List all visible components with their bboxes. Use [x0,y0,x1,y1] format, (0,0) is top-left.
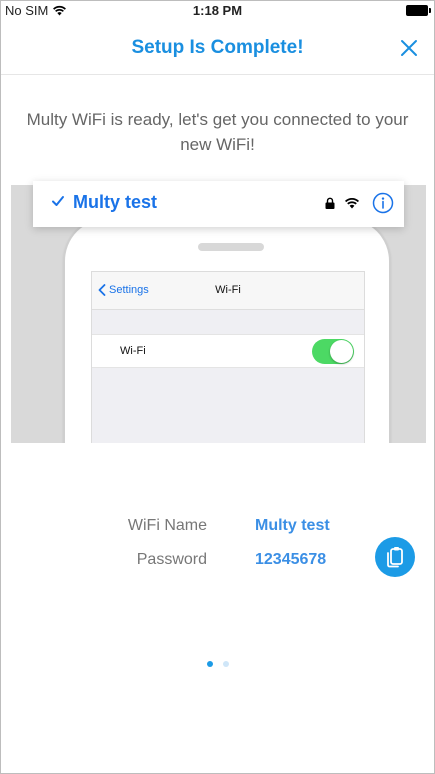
page-dot-2[interactable] [222,661,229,667]
wifi-toggle-row: Wi-Fi [92,334,364,368]
wifi-name-label: WiFi Name [127,517,207,534]
battery-icon [406,5,431,16]
status-time: 1:18 PM [192,3,243,18]
phone-mockup: Settings Wi-Fi Wi-Fi [63,217,391,443]
wifi-toggle [312,339,354,364]
page-indicator [1,661,434,667]
info-icon [372,192,394,214]
copy-button[interactable] [375,537,415,577]
wifi-row-label: Wi-Fi [120,345,146,357]
close-button[interactable] [398,37,420,59]
copy-icon [387,547,403,568]
close-icon [401,40,417,56]
wifi-icon [344,198,360,209]
page-dot-1[interactable] [206,661,213,667]
network-name: Multy test [73,192,158,212]
phone-screen: Settings Wi-Fi Wi-Fi [91,271,365,443]
app-screen: No SIM 1:18 PM Setup Is Complete! Multy … [0,0,435,774]
password-label: Password [136,551,207,568]
password-value: 12345678 [255,551,327,568]
page-title: Setup Is Complete! [131,37,304,58]
wifi-credentials: WiFi Name Multy test Password 12345678 [1,513,434,583]
settings-nav-bar: Settings Wi-Fi [92,272,364,310]
network-row: Multy test [33,181,404,227]
checkmark-icon [52,196,64,206]
intro-text: Multy WiFi is ready, let's get you conne… [26,110,409,154]
toggle-knob [330,340,353,363]
nav-bar: Setup Is Complete! [1,23,434,75]
lock-icon [325,197,335,209]
wifi-name-value: Multy test [255,517,330,534]
status-bar: No SIM 1:18 PM [1,1,434,21]
settings-screen-title: Wi-Fi [215,284,241,296]
phone-speaker [198,243,264,251]
